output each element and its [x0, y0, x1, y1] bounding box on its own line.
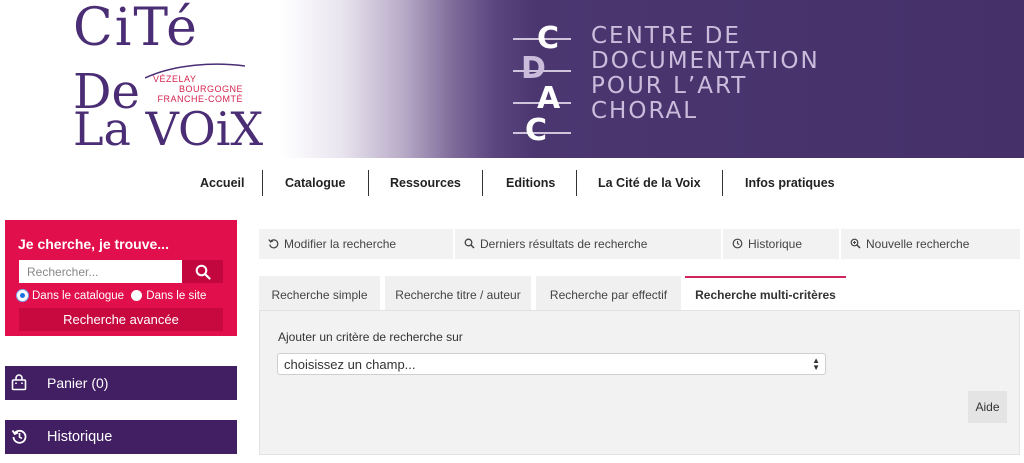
nav-catalogue[interactable]: Catalogue	[285, 176, 345, 190]
nav-separator	[262, 170, 263, 196]
search-scope: Dans le catalogue Dans le site	[17, 290, 206, 302]
last-results-button[interactable]: Derniers résultats de recherche	[455, 229, 721, 259]
nav-ressources[interactable]: Ressources	[390, 176, 461, 190]
search-title: Je cherche, je trouve...	[18, 236, 169, 252]
nav-cite-de-la-voix[interactable]: La Cité de la Voix	[598, 176, 701, 190]
main-nav: Accueil Catalogue Ressources Editions La…	[0, 166, 1024, 200]
radio-site[interactable]	[131, 290, 143, 301]
nav-accueil[interactable]: Accueil	[200, 176, 244, 190]
logo-cite: CiTé	[73, 0, 199, 58]
logo-subtitle: VÉZELAY BOURGOGNE FRANCHE-COMTÉ	[153, 74, 243, 104]
select-arrows-icon: ▲ ▼	[812, 356, 820, 372]
cdac-logo: C D A C	[513, 24, 573, 148]
nav-separator	[368, 170, 369, 196]
centre-title: CENTRE DE DOCUMENTATION POUR L’ART CHORA…	[591, 23, 820, 124]
help-button[interactable]: Aide	[968, 391, 1007, 423]
quick-search-box: Je cherche, je trouve... Dans le catalog…	[5, 220, 237, 336]
panier-block[interactable]: Panier (0)	[5, 366, 237, 400]
historique-block[interactable]: Historique	[5, 420, 237, 454]
radio-catalogue-label[interactable]: Dans le catalogue	[32, 290, 124, 302]
clock-icon	[732, 238, 743, 249]
search-icon	[464, 238, 475, 249]
field-select[interactable]: choisissez un champ... ▲ ▼	[277, 353, 826, 375]
radio-site-label[interactable]: Dans le site	[146, 290, 206, 302]
modify-search-button[interactable]: Modifier la recherche	[259, 229, 453, 259]
shopping-bag-icon	[11, 374, 27, 391]
nav-editions[interactable]: Editions	[506, 176, 555, 190]
tab-recherche-effectif[interactable]: Recherche par effectif	[536, 276, 681, 310]
panier-label: Panier (0)	[47, 375, 109, 391]
nav-infos-pratiques[interactable]: Infos pratiques	[745, 176, 835, 190]
nav-separator	[722, 170, 723, 196]
criteria-label: Ajouter un critère de recherche sur	[278, 330, 463, 344]
nav-separator	[482, 170, 483, 196]
logo-la-voix: La VOiX	[73, 102, 264, 156]
header-banner: CiTé De VÉZELAY BOURGOGNE FRANCHE-COMTÉ …	[5, 0, 1024, 158]
historique-label: Historique	[47, 429, 113, 445]
new-search-button[interactable]: Nouvelle recherche	[841, 229, 1020, 259]
tab-recherche-simple[interactable]: Recherche simple	[259, 276, 380, 310]
radio-catalogue[interactable]	[17, 290, 28, 301]
tab-recherche-titre-auteur[interactable]: Recherche titre / auteur	[385, 276, 531, 310]
undo-icon	[268, 239, 279, 249]
search-input[interactable]	[19, 260, 182, 283]
search-button[interactable]	[182, 260, 223, 283]
tab-recherche-multi-criteres[interactable]: Recherche multi-critères	[685, 276, 846, 312]
search-icon	[195, 264, 211, 280]
zoom-in-icon	[850, 238, 861, 249]
history-button[interactable]: Historique	[723, 229, 839, 259]
nav-separator	[576, 170, 577, 196]
history-icon	[11, 429, 27, 444]
multi-criteria-panel: Ajouter un critère de recherche sur choi…	[259, 310, 1020, 455]
advanced-search-button[interactable]: Recherche avancée	[19, 308, 223, 331]
